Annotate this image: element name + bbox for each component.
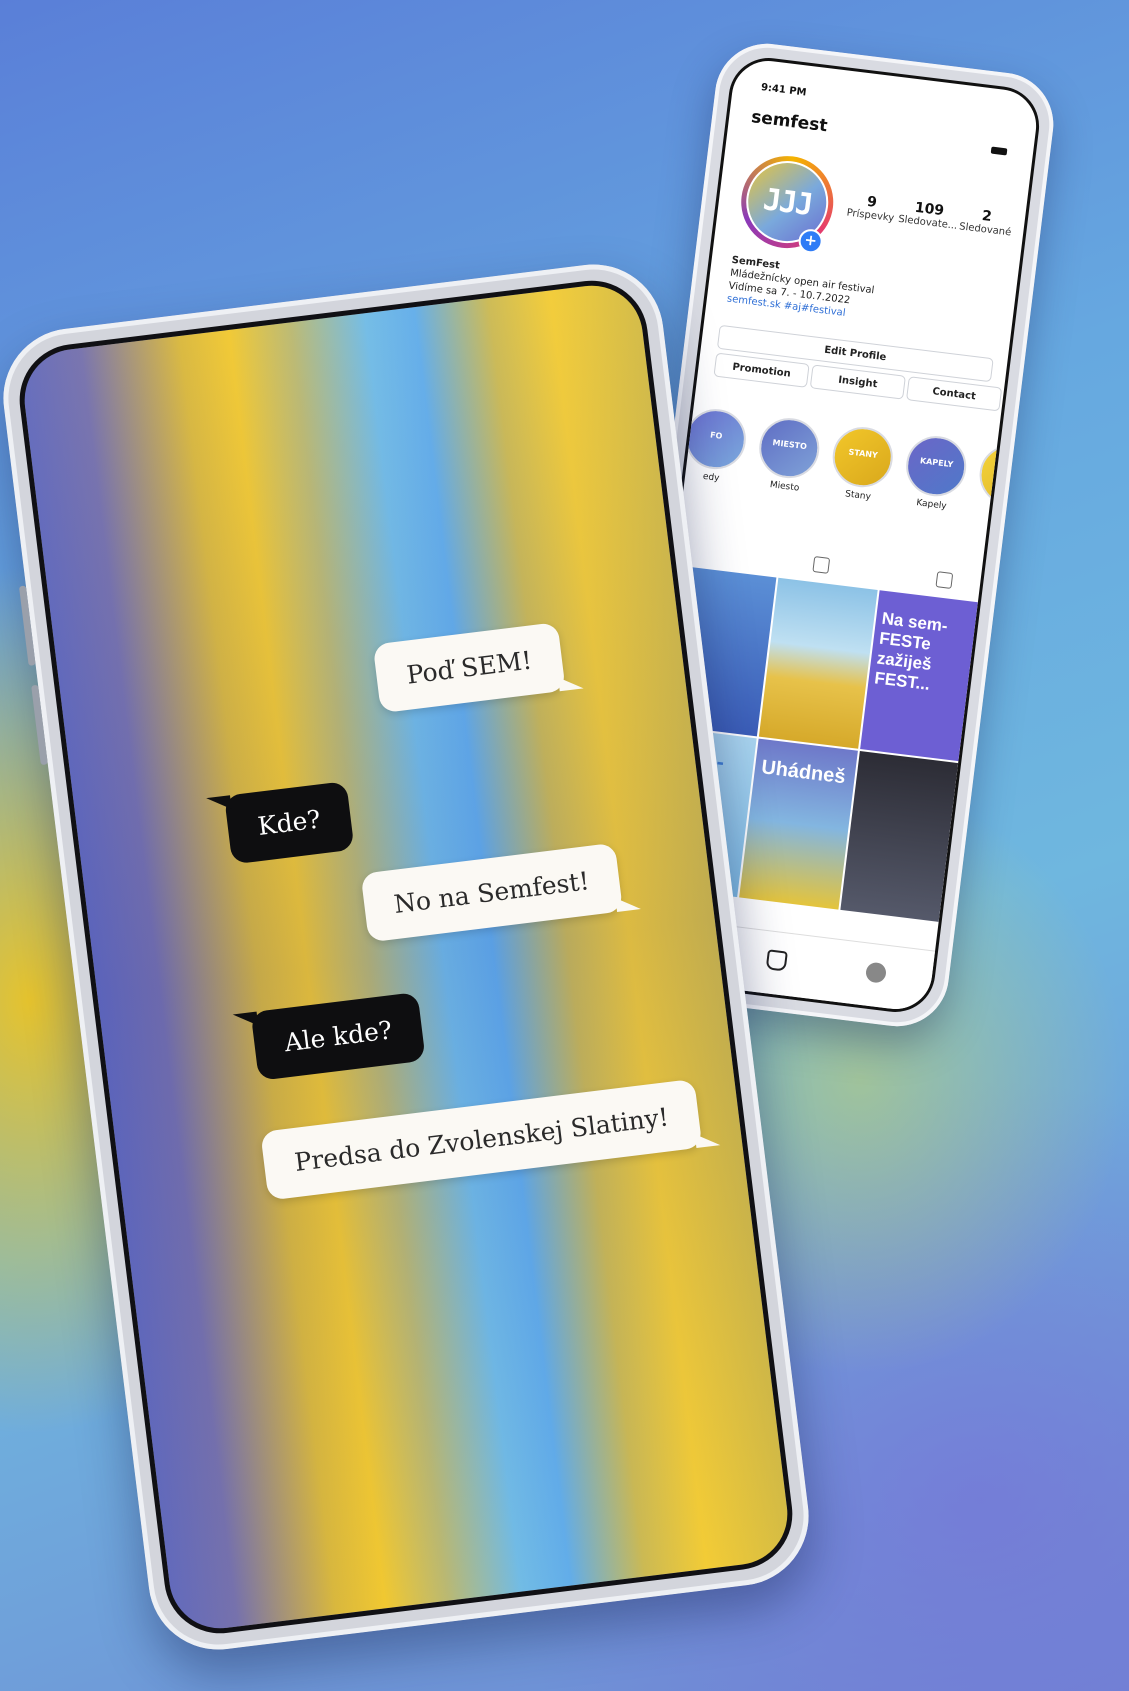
post-thumbnail[interactable]: Na sem- FESTe zažiješ FEST...: [859, 590, 978, 762]
grid-tab-icon[interactable]: [812, 556, 831, 574]
stat-following[interactable]: 2 Sledované: [957, 205, 1016, 239]
chat-message-in: Ale kde?: [232, 991, 426, 1081]
profile-avatar[interactable]: JJJ: [735, 150, 839, 254]
highlight-item[interactable]: STANY Stany: [828, 423, 897, 505]
shop-icon[interactable]: [765, 949, 788, 972]
semfest-logo-icon: JJJ: [761, 181, 814, 223]
story-highlights: FO edy MIESTO Miesto STANY Stany KAPELY …: [681, 405, 1044, 521]
post-thumbnail[interactable]: [840, 750, 959, 922]
profile-nav-avatar[interactable]: [864, 961, 888, 984]
chat-message-out: Poď SEM!: [372, 622, 584, 714]
highlight-item[interactable]: FO edy: [681, 405, 750, 487]
chat-message-out: Predsa do Zvolenskej Slatiny!: [260, 1078, 721, 1201]
volume-down-button: [31, 684, 48, 766]
status-time: 9:41 PM: [760, 82, 807, 99]
chat-message-out: No na Semfest!: [360, 842, 641, 943]
post-thumbnail[interactable]: [759, 577, 878, 749]
volume-up-button: [18, 585, 36, 666]
tagged-tab-icon[interactable]: [935, 571, 954, 589]
highlight-item[interactable]: SF or: [974, 441, 1044, 523]
highlight-item[interactable]: KAPELY Kapely: [901, 432, 970, 514]
chat-message-in: Kde?: [206, 781, 355, 865]
profile-username: semfest: [750, 107, 829, 137]
highlight-item[interactable]: MIESTO Miesto: [754, 414, 823, 496]
profile-stats: 9 Príspevky 109 Sledovate... 2 Sledované: [842, 191, 1016, 239]
menu-icon[interactable]: [990, 146, 1008, 156]
post-thumbnail[interactable]: Uhádneš: [739, 738, 858, 910]
stat-posts[interactable]: 9 Príspevky: [842, 191, 901, 225]
profile-bio: SemFest Mládežnícky open air festival Vi…: [726, 254, 1004, 339]
chat-screen: Poď SEM! Kde? No na Semfest! Ale kde? Pr…: [13, 274, 799, 1640]
stat-followers[interactable]: 109 Sledovate...: [898, 198, 960, 232]
